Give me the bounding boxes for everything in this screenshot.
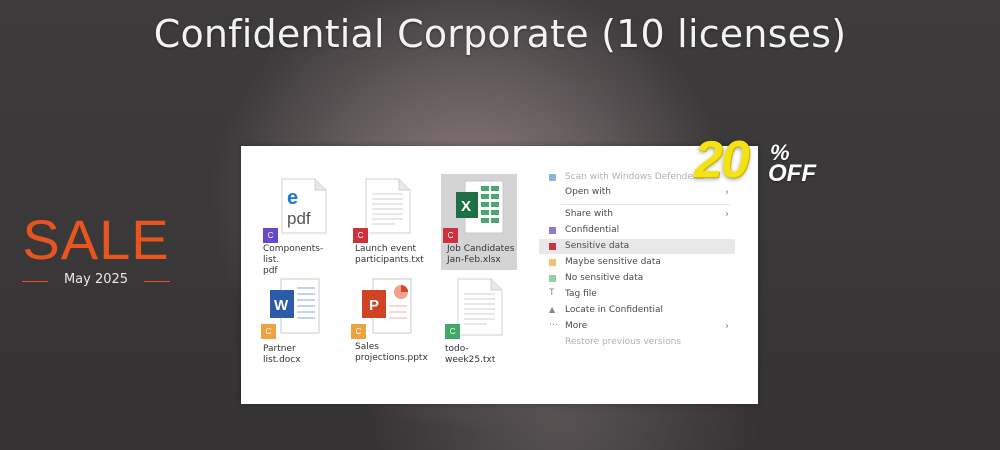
discount-number: 20 [694,131,750,189]
red-square-icon [549,243,556,250]
discount-off: OFF [768,160,816,187]
tag-icon: T [549,288,555,298]
orange-square-icon [549,259,556,266]
pdf-edge-icon: e pdf [281,178,327,234]
file-name: todo-week25.txt [445,344,496,365]
svg-text:P: P [369,297,379,314]
sale-date-text: May 2025 [63,272,129,287]
excel-icon: X [456,180,504,234]
badge-maybe-sensitive: C [261,324,276,339]
badge-maybe-sensitive: C [351,324,366,339]
word-icon: W [270,278,320,334]
sale-date: May 2025 [22,272,170,287]
menu-item-sensitive-data[interactable]: Sensitive data [539,239,735,254]
menu-item-tag-file[interactable]: T Tag file [539,287,735,302]
menu-item-no-sensitive[interactable]: No sensitive data [539,271,735,286]
file-item-selected[interactable]: X C Job Candidates Jan-Feb.xlsx [441,174,517,270]
menu-item-confidential[interactable]: Confidential [539,223,735,238]
menu-item-locate[interactable]: ▲ Locate in Confidential [539,303,735,318]
file-item[interactable]: e pdf C Components-list. pdf [259,176,335,276]
file-name: Sales projections.pptx [355,342,428,363]
menu-item-restore[interactable]: Restore previous versions [539,335,735,350]
divider-left [22,281,48,282]
locate-icon: ▲ [549,305,556,314]
sale-block: SALE May 2025 [22,210,170,287]
context-menu: Scan with Windows Defender... Open with … [539,164,737,364]
menu-item-more[interactable]: … More › [539,319,735,334]
product-screenshot: e pdf C Components-list. pdf C Launch eve… [241,146,758,404]
menu-item-share-with[interactable]: Share with › [539,207,735,222]
badge-confidential: C [263,228,278,243]
svg-text:X: X [461,198,471,215]
svg-text:W: W [274,297,289,314]
defender-icon [549,174,556,181]
chevron-right-icon: › [725,321,729,332]
powerpoint-icon: P [362,278,412,334]
svg-text:pdf: pdf [287,209,311,228]
text-document-icon [457,278,503,336]
file-item[interactable]: P C Sales projections.pptx [351,276,428,371]
file-name: Launch event participants.txt [355,244,424,265]
file-name: Components-list. pdf [263,244,324,276]
svg-text:e: e [287,187,298,209]
discount-badge: 20 % OFF [694,130,816,190]
badge-sensitive: C [443,228,458,243]
file-item[interactable]: W C Partner list.docx [259,276,335,371]
menu-separator [561,204,731,205]
text-document-icon [365,178,411,234]
menu-item-maybe-sensitive[interactable]: Maybe sensitive data [539,255,735,270]
badge-no-sensitive: C [445,324,460,339]
file-item[interactable]: C Launch event participants.txt [351,176,427,271]
file-name: Partner list.docx [263,344,301,365]
file-item[interactable]: C todo-week25.txt [441,276,517,371]
page-title: Confidential Corporate (10 licenses) [153,12,847,56]
green-square-icon [549,275,556,282]
purple-square-icon [549,227,556,234]
more-icon: … [549,318,558,328]
divider-right [144,281,170,282]
sale-word: SALE [22,208,170,271]
chevron-right-icon: › [725,209,729,220]
file-name: Job Candidates Jan-Feb.xlsx [447,244,515,265]
badge-sensitive: C [353,228,368,243]
